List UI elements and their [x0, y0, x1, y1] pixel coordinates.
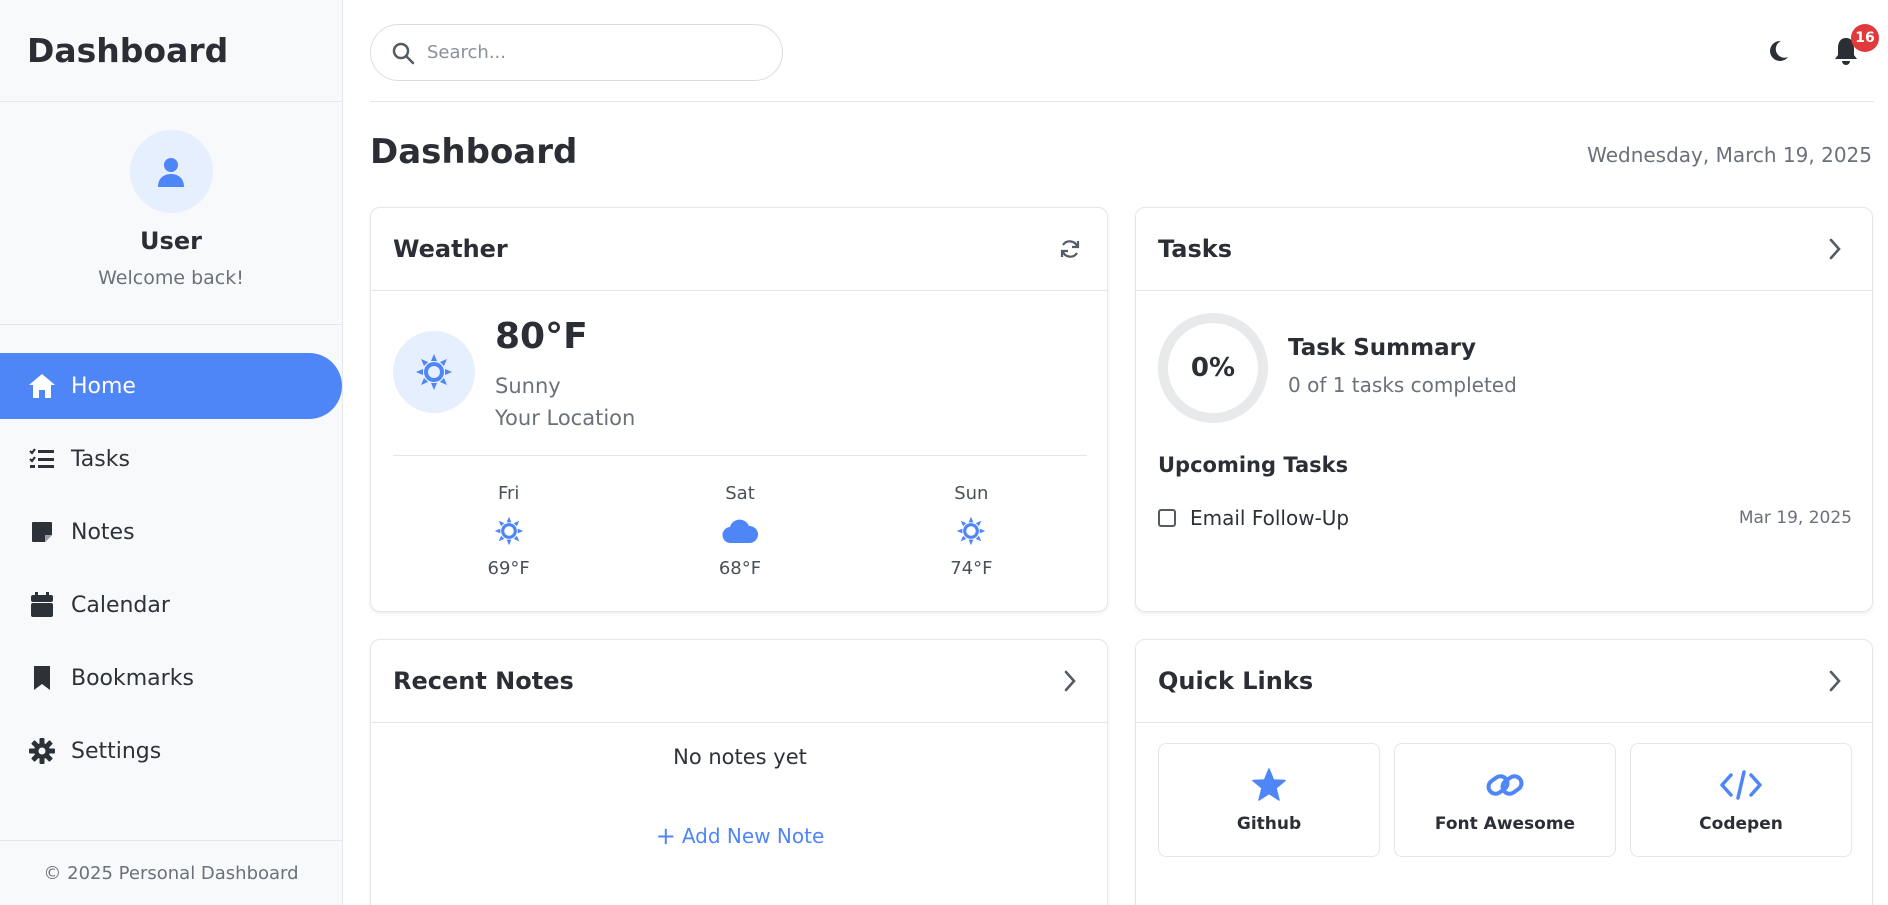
- sidebar-item-home[interactable]: Home: [0, 353, 342, 419]
- notification-badge: 16: [1851, 24, 1879, 52]
- gear-icon: [27, 736, 57, 766]
- links-open-button[interactable]: [1820, 666, 1850, 696]
- quick-link-label: Font Awesome: [1434, 814, 1576, 834]
- quick-link-font-awesome[interactable]: Font Awesome: [1394, 743, 1616, 857]
- empty-notes-message: No notes yet: [673, 745, 807, 769]
- chevron-right-icon: [1064, 670, 1076, 692]
- list-check-icon: [27, 444, 57, 474]
- sidebar-item-tasks[interactable]: Tasks: [0, 426, 342, 492]
- links-card-header: Quick Links: [1136, 640, 1872, 723]
- sidebar-footer: © 2025 Personal Dashboard: [0, 840, 342, 905]
- weather-card-header: Weather: [371, 208, 1107, 291]
- current-date: Wednesday, March 19, 2025: [1587, 143, 1872, 167]
- task-checkbox[interactable]: [1158, 509, 1176, 527]
- recent-notes-card: Recent Notes No notes yet + Add New Note: [370, 639, 1108, 905]
- notes-title: Recent Notes: [393, 667, 574, 695]
- quick-link-label: Github: [1236, 814, 1302, 834]
- forecast-day-name: Sat: [725, 483, 755, 504]
- forecast-day: Fri 69°F: [393, 483, 624, 579]
- plus-icon: +: [655, 822, 676, 850]
- chevron-right-icon: [1829, 238, 1841, 260]
- sidebar-item-notes[interactable]: Notes: [0, 499, 342, 565]
- tasks-card-header: Tasks: [1136, 208, 1872, 291]
- bookmark-icon: [27, 663, 57, 693]
- task-summary-subtitle: 0 of 1 tasks completed: [1288, 373, 1517, 397]
- quick-links-card: Quick Links Github Font Awesome Codepen: [1135, 639, 1873, 905]
- sidebar-nav: Home Tasks Notes Calendar Bookmarks Sett…: [0, 325, 342, 784]
- search-input[interactable]: [427, 42, 747, 63]
- user-icon: [158, 157, 184, 187]
- sun-icon: [956, 516, 986, 546]
- forecast-day: Sat 68°F: [624, 483, 855, 579]
- add-note-label: Add New Note: [681, 824, 825, 848]
- brand-title: Dashboard: [0, 0, 342, 102]
- task-name: Email Follow-Up: [1190, 506, 1350, 530]
- forecast-temp: 74°F: [950, 558, 993, 579]
- tasks-open-button[interactable]: [1820, 234, 1850, 264]
- link-icon: [1485, 766, 1525, 804]
- top-bar: 16: [370, 0, 1879, 102]
- forecast-temp: 68°F: [718, 558, 762, 579]
- moon-icon: [1770, 40, 1788, 61]
- sidebar-item-label: Settings: [71, 738, 162, 764]
- sun-icon: [416, 354, 452, 390]
- add-note-button[interactable]: + Add New Note: [371, 822, 1107, 850]
- notes-card-header: Recent Notes: [371, 640, 1107, 723]
- weather-location: Your Location: [495, 406, 636, 430]
- profile-section: User Welcome back!: [0, 102, 342, 325]
- sidebar-item-label: Home: [71, 373, 136, 399]
- chevron-right-icon: [1829, 670, 1841, 692]
- quick-link-github[interactable]: Github: [1158, 743, 1380, 857]
- avatar: [129, 130, 213, 213]
- forecast-row: Fri 69°F Sat 68°F Sun 74°F: [393, 483, 1087, 579]
- quick-link-codepen[interactable]: Codepen: [1630, 743, 1852, 857]
- profile-name: User: [140, 227, 202, 255]
- forecast-day: Sun 74°F: [856, 483, 1087, 579]
- home-icon: [27, 371, 57, 401]
- page-title: Dashboard: [370, 132, 578, 172]
- tasks-title: Tasks: [1158, 235, 1233, 263]
- sidebar-item-label: Bookmarks: [71, 665, 194, 691]
- upcoming-tasks-title: Upcoming Tasks: [1158, 453, 1349, 477]
- forecast-day-name: Sun: [954, 483, 989, 504]
- dark-mode-toggle[interactable]: [1765, 38, 1791, 64]
- star-icon: [1251, 766, 1287, 804]
- task-row: Email Follow-Up Mar 19, 2025: [1158, 506, 1852, 530]
- cloud-icon: [722, 516, 758, 546]
- quick-link-label: Codepen: [1699, 814, 1783, 834]
- tasks-card: Tasks 0% Task Summary 0 of 1 tasks compl…: [1135, 207, 1873, 612]
- sidebar-item-settings[interactable]: Settings: [0, 718, 342, 784]
- sidebar: Dashboard User Welcome back! Home Tasks …: [0, 0, 343, 905]
- sidebar-item-label: Tasks: [71, 446, 130, 472]
- profile-subtitle: Welcome back!: [98, 267, 244, 289]
- sun-icon: [494, 516, 524, 546]
- forecast-temp: 69°F: [487, 558, 530, 579]
- quick-links-grid: Github Font Awesome Codepen: [1158, 743, 1852, 857]
- calendar-icon: [27, 590, 57, 620]
- task-date: Mar 19, 2025: [1738, 508, 1852, 528]
- weather-condition: Sunny: [495, 374, 561, 398]
- task-progress-ring: 0%: [1158, 313, 1268, 423]
- refresh-weather-button[interactable]: [1055, 234, 1085, 264]
- weather-title: Weather: [393, 235, 508, 263]
- current-temperature: 80°F: [495, 316, 588, 357]
- sidebar-item-label: Calendar: [71, 592, 170, 618]
- refresh-icon: [1060, 240, 1080, 258]
- sidebar-item-bookmarks[interactable]: Bookmarks: [0, 645, 342, 711]
- note-icon: [27, 517, 57, 547]
- divider: [393, 455, 1087, 456]
- sidebar-item-calendar[interactable]: Calendar: [0, 572, 342, 638]
- task-summary-title: Task Summary: [1288, 335, 1476, 361]
- weather-main-icon-wrap: [393, 331, 475, 413]
- links-title: Quick Links: [1158, 667, 1314, 695]
- notes-open-button[interactable]: [1055, 666, 1085, 696]
- weather-card: Weather 80°F Sunny Your Location Fri 69°…: [370, 207, 1108, 612]
- forecast-day-name: Fri: [497, 483, 520, 504]
- sidebar-item-label: Notes: [71, 519, 135, 545]
- search-icon: [392, 42, 415, 64]
- code-icon: [1719, 766, 1763, 804]
- search-box[interactable]: [370, 24, 783, 81]
